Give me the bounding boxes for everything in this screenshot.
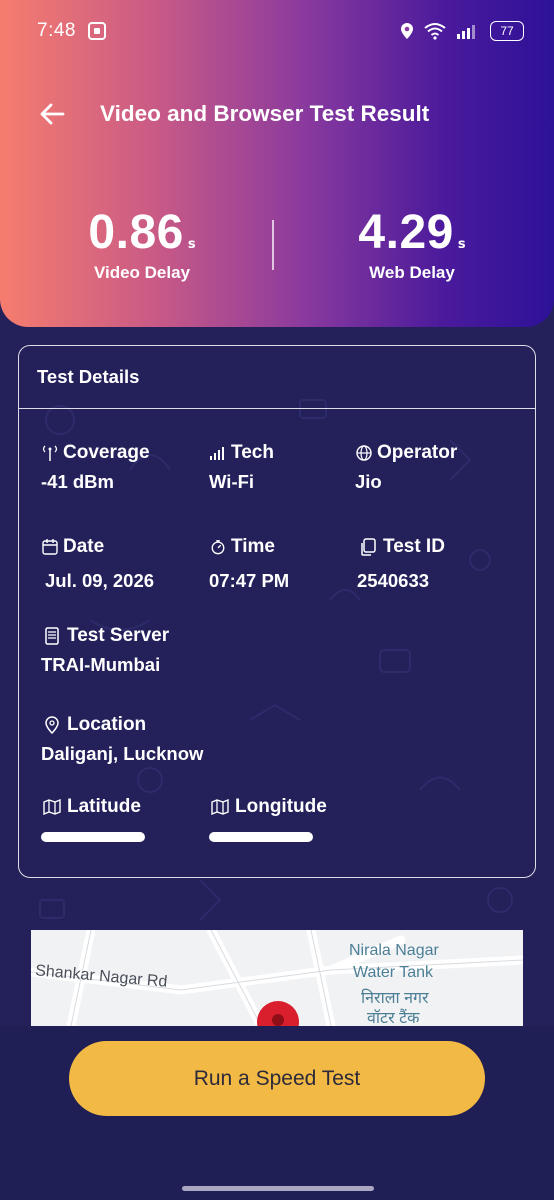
latitude-field: Latitude: [41, 796, 145, 847]
map-poi-hindi2: वॉटर टैंक: [367, 1010, 420, 1026]
battery-indicator: 77: [490, 21, 524, 41]
latitude-redacted: [41, 832, 145, 842]
longitude-label: Longitude: [235, 796, 327, 817]
screen-record-icon: [87, 22, 106, 40]
longitude-field: Longitude: [209, 796, 327, 847]
operator-label: Operator: [377, 442, 458, 463]
location-label: Location: [67, 714, 147, 735]
web-delay-label: Web Delay: [369, 263, 455, 282]
back-button[interactable]: [38, 99, 68, 129]
time-value: 07:47 PM: [209, 570, 290, 591]
test-id-label: Test ID: [383, 536, 445, 557]
card-title: Test Details: [19, 346, 535, 409]
location-icon: [401, 23, 413, 39]
copy-icon: [357, 538, 379, 556]
coverage-value: -41 dBm: [41, 471, 114, 492]
operator-value: Jio: [355, 471, 382, 492]
location-map[interactable]: Shankar Nagar Rd Nirala Nagar Water Tank…: [31, 930, 523, 1026]
time-field: Time 07:47 PM: [209, 536, 289, 592]
video-delay-metric: 0.86 s Video Delay: [32, 205, 252, 283]
date-field: Date Jul. 09, 2026: [41, 536, 154, 592]
operator-field: Operator Jio: [355, 442, 457, 493]
test-server-field: Test Server TRAI-Mumbai: [41, 625, 169, 676]
test-server-label: Test Server: [67, 625, 170, 646]
video-delay-unit: s: [187, 237, 196, 252]
run-speed-test-button[interactable]: Run a Speed Test: [69, 1041, 485, 1116]
web-delay-unit: s: [457, 237, 466, 252]
coverage-label: Coverage: [63, 442, 150, 463]
map-poi-line1: Nirala Nagar: [349, 942, 439, 959]
map-icon: [41, 798, 63, 816]
test-server-value: TRAI-Mumbai: [41, 654, 161, 675]
test-id-value: 2540633: [357, 570, 430, 591]
antenna-icon: [41, 444, 59, 462]
globe-icon: [355, 444, 373, 462]
time-label: Time: [231, 536, 276, 557]
wifi-icon: [424, 23, 446, 40]
calendar-icon: [41, 538, 59, 556]
date-label: Date: [63, 536, 105, 557]
status-bar: 7:48 77: [37, 18, 524, 44]
signal-bars-icon: [209, 444, 227, 462]
map-poi-hindi1: निराला नगर: [361, 990, 429, 1007]
map-poi-line2: Water Tank: [353, 964, 434, 981]
tech-label: Tech: [231, 442, 274, 463]
coverage-field: Coverage -41 dBm: [41, 442, 150, 493]
video-delay-value: 0.86: [88, 206, 184, 259]
metrics-divider: [272, 220, 274, 270]
page-title: Video and Browser Test Result: [100, 101, 430, 126]
arrow-left-icon: [40, 103, 65, 125]
location-value: Daliganj, Lucknow: [41, 743, 204, 764]
test-details-card: Test Details Coverage -41 dBm Tech Wi-Fi…: [18, 345, 536, 878]
result-header: 7:48 77 Video and Browser Test Result 0.…: [0, 0, 554, 327]
status-time: 7:48: [37, 20, 76, 41]
map-marker-icon: [257, 1001, 299, 1026]
top-app-bar: Video and Browser Test Result: [38, 92, 534, 136]
tech-field: Tech Wi-Fi: [209, 442, 274, 493]
location-field: Location Daliganj, Lucknow: [41, 714, 203, 765]
video-delay-label: Video Delay: [93, 263, 191, 282]
delay-metrics: 0.86 s Video Delay 4.29 s Web Delay: [0, 205, 554, 295]
test-id-field: Test ID 2540633: [357, 536, 445, 592]
timer-icon: [209, 538, 227, 556]
web-delay-metric: 4.29 s Web Delay: [302, 205, 522, 283]
longitude-redacted: [209, 832, 313, 842]
map-pin-icon: [41, 716, 63, 734]
map-icon: [209, 798, 231, 816]
tech-value: Wi-Fi: [209, 471, 255, 492]
latitude-label: Latitude: [67, 796, 141, 817]
web-delay-value: 4.29: [358, 206, 454, 259]
home-indicator[interactable]: [182, 1186, 374, 1191]
server-icon: [41, 627, 63, 645]
signal-icon: [457, 25, 475, 39]
date-value: Jul. 09, 2026: [45, 570, 155, 591]
